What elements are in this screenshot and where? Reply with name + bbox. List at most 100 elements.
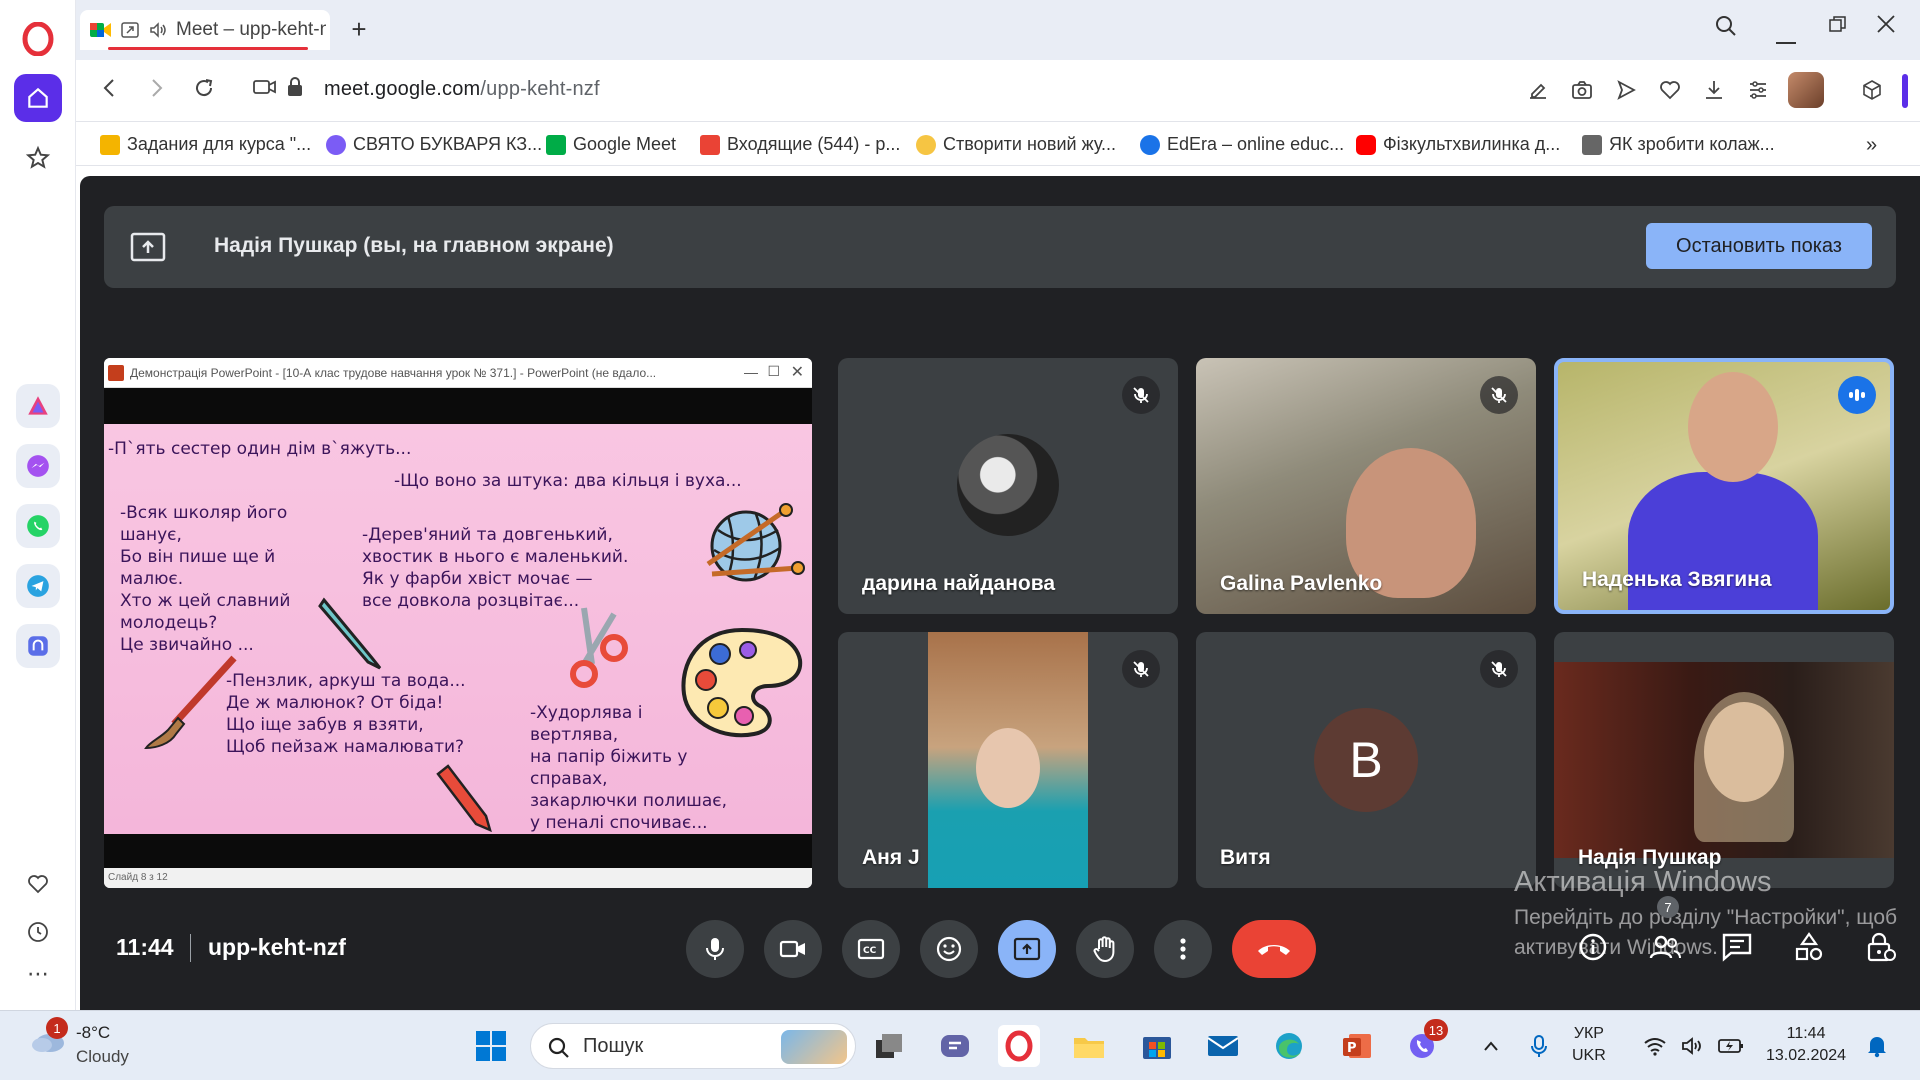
participant-tile[interactable]: Аня J — [838, 632, 1178, 888]
picture-in-picture-icon[interactable] — [120, 20, 140, 40]
messenger-icon[interactable] — [16, 444, 60, 488]
viber-icon[interactable]: 13 — [1402, 1019, 1448, 1067]
music-player-icon[interactable] — [16, 624, 60, 668]
send-flow-icon[interactable] — [1614, 78, 1638, 102]
restore-button[interactable] — [1828, 14, 1848, 40]
easy-setup-icon[interactable] — [1746, 78, 1770, 102]
notifications-bell-icon[interactable] — [1862, 1025, 1892, 1067]
windows-taskbar: 1 -8°C Cloudy Пошук P 13 УКР UKR 11:44 1… — [0, 1010, 1920, 1080]
volume-icon[interactable] — [1678, 1025, 1708, 1067]
url-field[interactable]: meet.google.com/upp-keht-nzf — [324, 78, 600, 101]
participant-tile[interactable]: Galina Pavlenko — [1196, 358, 1536, 614]
gmail-icon — [700, 134, 720, 155]
weather-widget[interactable]: 1 -8°C Cloudy — [28, 1017, 129, 1066]
powerpoint-taskbar-icon[interactable]: P — [1336, 1025, 1378, 1067]
avatar — [957, 434, 1059, 536]
participant-name: Витя — [1220, 846, 1271, 869]
forward-button[interactable] — [146, 76, 166, 107]
task-view-icon[interactable] — [868, 1025, 910, 1067]
pinboard-star-icon[interactable] — [14, 134, 62, 182]
speaker-icon[interactable] — [148, 20, 168, 40]
system-clock[interactable]: 11:44 13.02.2024 — [1766, 1023, 1846, 1067]
extensions-cube-icon[interactable] — [1860, 78, 1884, 102]
leave-call-button[interactable] — [1232, 920, 1316, 978]
chat-icon[interactable] — [1718, 928, 1756, 966]
stop-presenting-button[interactable]: Остановить показ — [1646, 223, 1872, 269]
lock-icon[interactable] — [286, 76, 304, 105]
close-window-button[interactable] — [1876, 14, 1896, 40]
bookmark-item[interactable]: Створити новий жу... — [916, 134, 1116, 155]
present-now-button[interactable] — [998, 920, 1056, 978]
edge-icon[interactable] — [1268, 1025, 1310, 1067]
powerpoint-icon — [108, 365, 124, 381]
home-icon[interactable] — [14, 74, 62, 122]
host-controls-icon[interactable] — [1862, 928, 1900, 966]
reload-button[interactable] — [192, 76, 216, 107]
meet-favicon-icon — [546, 134, 566, 155]
captions-button[interactable]: CC — [842, 920, 900, 978]
meeting-details-icon[interactable] — [1574, 928, 1612, 966]
new-tab-button[interactable]: + — [344, 14, 374, 44]
raise-hand-button[interactable] — [1076, 920, 1134, 978]
telegram-icon[interactable] — [16, 564, 60, 608]
microphone-button[interactable] — [686, 920, 744, 978]
bookmark-item[interactable]: Входящие (544) - p... — [700, 134, 900, 155]
back-button[interactable] — [100, 76, 120, 107]
camera-button[interactable] — [764, 920, 822, 978]
paint-palette-icon — [681, 627, 803, 738]
heart-icon[interactable] — [14, 860, 62, 908]
shared-screen: Демонстрація PowerPoint - [10-А клас тру… — [104, 358, 812, 888]
slide-background: -П`ять сестер один дім в`яжуть... -Що во… — [104, 424, 812, 834]
bookmark-item[interactable]: Задания для курса "... — [100, 134, 311, 155]
search-highlight-image — [781, 1030, 847, 1064]
ppt-close-icon: ✕ — [790, 364, 804, 381]
file-explorer-icon[interactable] — [1068, 1025, 1110, 1067]
bookmark-item[interactable]: Google Meet — [546, 134, 676, 155]
bookmarks-overflow-icon[interactable]: » — [1866, 134, 1877, 157]
wifi-icon[interactable] — [1640, 1025, 1670, 1067]
edit-snapshot-icon[interactable] — [1526, 78, 1550, 102]
participant-tile-self[interactable]: Надія Пушкар — [1554, 632, 1894, 888]
bookmark-item[interactable]: EdEra – online educ... — [1140, 134, 1344, 155]
teams-chat-icon[interactable] — [934, 1025, 976, 1067]
taskbar-search[interactable]: Пошук — [530, 1023, 856, 1069]
sun-icon — [916, 134, 936, 155]
downloads-icon[interactable] — [1702, 78, 1726, 102]
bookmark-item[interactable]: СВЯТО БУКВАРЯ КЗ... — [326, 134, 542, 155]
camera-permission-icon[interactable] — [252, 76, 278, 105]
mail-icon[interactable] — [1202, 1025, 1244, 1067]
microsoft-store-icon[interactable] — [1136, 1025, 1178, 1067]
activities-icon[interactable] — [1790, 928, 1828, 966]
minimize-button[interactable] — [1776, 26, 1796, 52]
more-options-button[interactable] — [1154, 920, 1212, 978]
snapshot-camera-icon[interactable] — [1570, 78, 1594, 102]
language-indicator[interactable]: УКР UKR — [1572, 1023, 1606, 1067]
profile-avatar[interactable] — [1788, 72, 1824, 108]
sidebar-toggle-icon[interactable] — [1902, 74, 1908, 108]
history-clock-icon[interactable] — [14, 908, 62, 956]
presenting-banner: Надія Пушкар (вы, на главном экране) Ост… — [104, 206, 1896, 288]
url-path: /upp-keht-nzf — [480, 78, 600, 100]
avatar-initial: В — [1314, 708, 1418, 812]
microphone-tray-icon[interactable] — [1524, 1025, 1554, 1067]
start-button[interactable] — [470, 1025, 512, 1067]
participant-tile-speaking[interactable]: Наденька Звягина — [1554, 358, 1894, 614]
participant-tile[interactable]: дарина найданова — [838, 358, 1178, 614]
whatsapp-icon[interactable] — [16, 504, 60, 548]
opera-taskbar-icon[interactable] — [998, 1025, 1040, 1067]
tab-search-icon[interactable] — [1714, 14, 1738, 44]
show-hidden-icons[interactable] — [1476, 1025, 1506, 1067]
tab-google-meet[interactable]: Meet – upp-keht-n — [80, 10, 330, 50]
bookmark-item[interactable]: Фізкультхвилинка д... — [1356, 134, 1560, 155]
heart-favicon-icon — [326, 134, 346, 155]
battery-charging-icon[interactable] — [1716, 1025, 1746, 1067]
participant-name: Аня J — [862, 846, 920, 869]
emoji-reactions-button[interactable] — [920, 920, 978, 978]
aria-ai-icon[interactable] — [16, 384, 60, 428]
people-icon[interactable] — [1646, 928, 1684, 966]
favorite-heart-icon[interactable] — [1658, 78, 1682, 102]
bookmark-item[interactable]: ЯК зробити колаж... — [1582, 134, 1775, 155]
participant-tile[interactable]: В Витя — [1196, 632, 1536, 888]
opera-logo-icon[interactable] — [22, 22, 54, 56]
more-dots-icon[interactable]: ⋯ — [14, 950, 62, 998]
